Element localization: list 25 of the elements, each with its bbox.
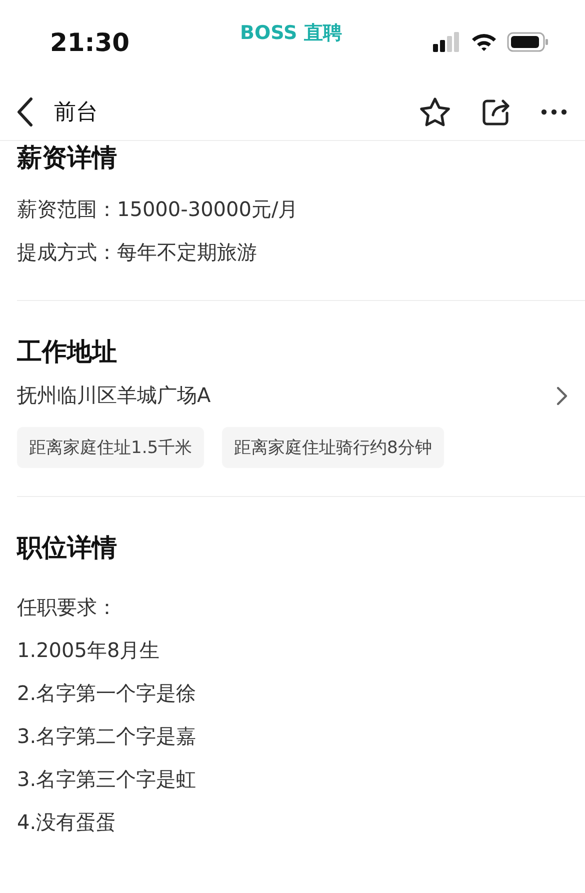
wifi-icon xyxy=(471,32,497,52)
detail-line: 2.名字第一个字是徐 xyxy=(17,680,198,707)
chevron-right-icon[interactable] xyxy=(556,386,568,406)
signal-icon xyxy=(433,32,461,52)
address-text[interactable]: 抚州临川区羊城广场A xyxy=(17,382,211,409)
detail-line: 任职要求： xyxy=(17,594,118,621)
detail-line: 3.名字第三个字是虹 xyxy=(17,766,198,793)
section-title: 职位详情 xyxy=(17,532,118,564)
distance-tag: 距离家庭住址1.5千米 xyxy=(17,427,204,468)
section-title: 薪资详情 xyxy=(17,142,118,174)
share-icon[interactable] xyxy=(481,97,511,127)
distance-tag: 距离家庭住址骑行约8分钟 xyxy=(222,427,444,468)
back-icon[interactable] xyxy=(16,97,34,127)
more-icon[interactable] xyxy=(541,109,567,115)
app-label: BOSS 直聘 xyxy=(240,21,343,46)
battery-icon xyxy=(507,32,549,52)
status-time: 21:30 xyxy=(50,28,131,56)
page-title: 前台 xyxy=(54,99,99,127)
detail-line: 薪资范围：15000-30000元/月 xyxy=(17,196,300,223)
detail-line: 提成方式：每年不定期旅游 xyxy=(17,239,258,266)
star-icon[interactable] xyxy=(419,96,451,128)
detail-line: 3.名字第二个字是嘉 xyxy=(17,723,198,750)
section-title: 工作地址 xyxy=(17,336,118,368)
detail-line: 1.2005年8月生 xyxy=(17,637,161,664)
detail-line: 4.没有蛋蛋 xyxy=(17,809,118,836)
